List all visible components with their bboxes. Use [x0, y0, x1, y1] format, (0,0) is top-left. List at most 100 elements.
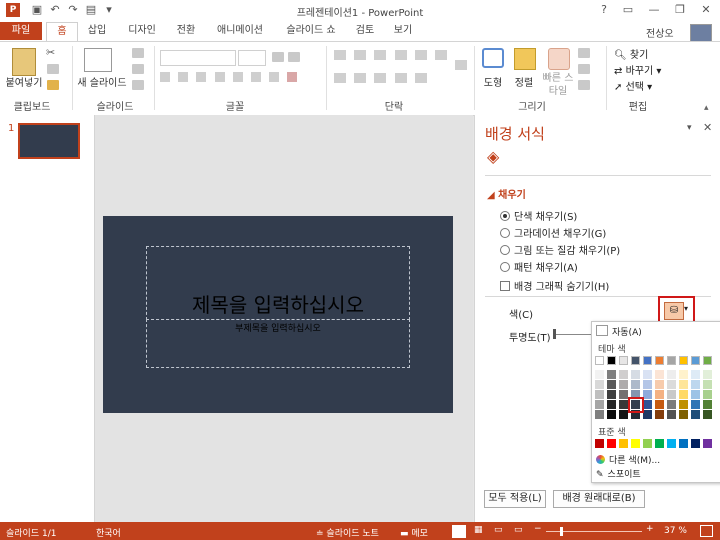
theme-color-swatch[interactable] — [619, 356, 628, 365]
apply-all-button[interactable]: 모두 적용(L) — [484, 490, 546, 508]
eyedropper-item[interactable]: ✎ 스포이트 — [596, 467, 641, 480]
shape-fill-icon[interactable] — [578, 48, 590, 58]
pane-options-icon[interactable]: ▾ — [687, 123, 692, 133]
theme-color-swatch[interactable] — [655, 370, 664, 379]
theme-color-swatch[interactable] — [691, 400, 700, 409]
theme-color-swatch[interactable] — [679, 400, 688, 409]
reset-icon[interactable] — [132, 64, 144, 74]
pattern-fill-option[interactable]: 패턴 채우기(A) — [500, 259, 578, 274]
grow-font-icon[interactable] — [272, 52, 284, 62]
theme-color-swatch[interactable] — [595, 370, 604, 379]
quick-styles-icon[interactable] — [548, 48, 570, 70]
solid-fill-option[interactable]: 단색 채우기(S) — [500, 208, 577, 223]
columns-icon[interactable] — [394, 73, 407, 83]
theme-color-swatch[interactable] — [679, 370, 688, 379]
paste-icon[interactable] — [12, 48, 36, 76]
more-colors-item[interactable]: 다른 색(M)... — [596, 453, 660, 466]
close-pane-icon[interactable]: ✕ — [703, 121, 712, 134]
align-center-icon[interactable] — [334, 73, 346, 83]
theme-color-swatch[interactable] — [631, 370, 640, 379]
fill-bucket-icon[interactable]: ◈ — [487, 147, 499, 166]
theme-color-swatch[interactable] — [607, 380, 616, 389]
slide-canvas[interactable]: 제목을 입력하십시오 부제목을 입력하십시오 — [103, 216, 453, 413]
theme-color-swatch[interactable] — [667, 380, 676, 389]
reset-background-button[interactable]: 배경 원래대로(B) — [553, 490, 645, 508]
tab-review[interactable]: 검토 — [350, 22, 380, 40]
help-button[interactable]: ? — [592, 2, 616, 18]
theme-color-swatch[interactable] — [703, 390, 712, 399]
justify-icon[interactable] — [374, 73, 387, 83]
numbering-icon[interactable] — [354, 50, 367, 60]
arrange-icon[interactable] — [514, 48, 536, 70]
theme-color-swatch[interactable] — [607, 370, 616, 379]
arrange-button[interactable]: 정렬 — [508, 74, 540, 89]
theme-color-swatch[interactable] — [595, 390, 604, 399]
theme-color-swatch[interactable] — [655, 390, 664, 399]
theme-color-swatch[interactable] — [619, 400, 628, 409]
line-spacing-icon[interactable] — [414, 50, 427, 60]
theme-color-swatch[interactable] — [643, 380, 652, 389]
theme-color-swatch[interactable] — [667, 410, 676, 419]
theme-color-swatch[interactable] — [655, 410, 664, 419]
theme-color-swatch[interactable] — [691, 356, 700, 365]
standard-color-swatch[interactable] — [631, 439, 640, 448]
slide-sorter-icon[interactable]: ▦ — [474, 525, 483, 535]
font-size-combo[interactable] — [238, 50, 266, 66]
underline-icon[interactable] — [196, 72, 207, 82]
new-slide-button[interactable]: 새 슬라이드 — [74, 74, 130, 89]
find-button[interactable]: 🔍︎ 찾기 — [614, 46, 648, 61]
collapse-ribbon-icon[interactable]: ▴ — [704, 103, 709, 113]
quick-styles-button[interactable]: 빠른 스타일 — [540, 72, 576, 98]
notes-button[interactable]: ≐ 슬라이드 노트 — [316, 526, 379, 539]
theme-color-swatch[interactable] — [619, 380, 628, 389]
start-from-beginning-icon[interactable]: ▤ — [84, 3, 98, 17]
slideshow-view-icon[interactable]: ▭ — [514, 525, 523, 535]
subtitle-placeholder[interactable]: 부제목을 입력하십시오 — [146, 319, 410, 368]
fill-section-header[interactable]: ◢ 채우기 — [487, 186, 526, 201]
theme-color-swatch[interactable] — [667, 390, 676, 399]
theme-color-swatch[interactable] — [691, 370, 700, 379]
decrease-indent-icon[interactable] — [374, 50, 387, 60]
theme-color-swatch[interactable] — [631, 356, 640, 365]
paste-button[interactable]: 붙여넣기 — [2, 74, 46, 89]
case-icon[interactable] — [269, 72, 280, 82]
theme-color-swatch[interactable] — [667, 356, 676, 365]
theme-color-swatch[interactable] — [595, 410, 604, 419]
tab-file[interactable]: 파일 — [0, 22, 42, 40]
customize-qat-icon[interactable]: ▾ — [102, 3, 116, 17]
hide-graphics-checkbox[interactable]: 배경 그래픽 숨기기(H) — [500, 278, 609, 293]
italic-icon[interactable] — [178, 72, 189, 82]
theme-color-swatch[interactable] — [655, 356, 664, 365]
standard-color-swatch[interactable] — [619, 439, 628, 448]
restore-button[interactable]: ❐ — [668, 2, 692, 18]
theme-color-swatch[interactable] — [679, 410, 688, 419]
standard-color-swatch[interactable] — [679, 439, 688, 448]
gradient-fill-option[interactable]: 그라데이션 채우기(G) — [500, 225, 606, 240]
theme-color-swatch[interactable] — [619, 390, 628, 399]
ribbon-display-button[interactable]: ▭ — [616, 2, 640, 18]
theme-color-swatch[interactable] — [595, 380, 604, 389]
picture-fill-option[interactable]: 그림 또는 질감 채우기(P) — [500, 242, 620, 257]
comments-button[interactable]: ▬ 메모 — [400, 526, 428, 539]
theme-color-swatch[interactable] — [691, 380, 700, 389]
theme-color-swatch[interactable] — [607, 400, 616, 409]
shape-outline-icon[interactable] — [578, 64, 590, 74]
font-name-combo[interactable] — [160, 50, 236, 66]
align-right-icon[interactable] — [354, 73, 367, 83]
standard-color-swatch[interactable] — [595, 439, 604, 448]
replace-button[interactable]: ⇄ 바꾸기 ▾ — [614, 62, 661, 77]
shapes-icon[interactable] — [482, 48, 504, 68]
theme-color-swatch[interactable] — [607, 410, 616, 419]
standard-color-swatch[interactable] — [607, 439, 616, 448]
section-icon[interactable] — [132, 80, 144, 90]
tab-animations[interactable]: 애니메이션 — [212, 22, 268, 40]
tab-transitions[interactable]: 전환 — [170, 22, 202, 40]
tab-insert[interactable]: 삽입 — [82, 22, 112, 40]
reading-view-icon[interactable]: ▭ — [494, 525, 503, 535]
normal-view-icon[interactable] — [452, 525, 466, 538]
smartart-icon[interactable] — [414, 73, 427, 83]
slide-count[interactable]: 슬라이드 1/1 — [6, 526, 56, 539]
theme-color-swatch[interactable] — [607, 390, 616, 399]
zoom-slider-thumb[interactable] — [560, 527, 563, 536]
standard-color-swatch[interactable] — [643, 439, 652, 448]
